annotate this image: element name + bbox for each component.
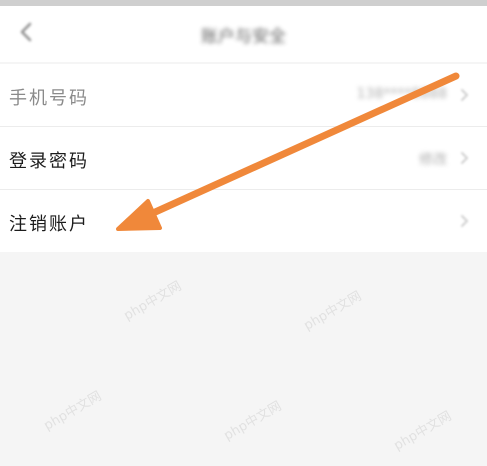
settings-list: 手机号码 138****8888 登录密码 修改 注销账户 [0,64,487,252]
watermark-text: php中文网 [391,408,455,454]
watermark-text: php中文网 [221,398,285,444]
settings-item-phone-number[interactable]: 手机号码 138****8888 [0,64,487,127]
settings-item-delete-account[interactable]: 注销账户 [0,190,487,252]
back-button[interactable] [8,14,44,54]
settings-item-label: 登录密码 [9,151,89,172]
settings-item-label: 注销账户 [9,214,89,235]
chevron-left-icon [19,21,33,47]
settings-item-login-password[interactable]: 登录密码 修改 [0,127,487,190]
chevron-right-icon [460,150,469,169]
watermark-text: php中文网 [121,278,185,324]
settings-item-label: 手机号码 [9,88,89,109]
page-title: 账户与安全 [201,27,286,47]
app-screen: 账户与安全 手机号码 138****8888 登录密码 修改 注销账户 php中… [0,0,487,466]
settings-item-value: 修改 [419,152,447,168]
nav-header: 账户与安全 [0,6,487,62]
chevron-right-icon [460,213,469,232]
settings-item-value: 138****8888 [356,86,447,102]
chevron-right-icon [460,87,469,106]
watermark-text: php中文网 [301,288,365,334]
watermark-text: php中文网 [41,388,105,434]
